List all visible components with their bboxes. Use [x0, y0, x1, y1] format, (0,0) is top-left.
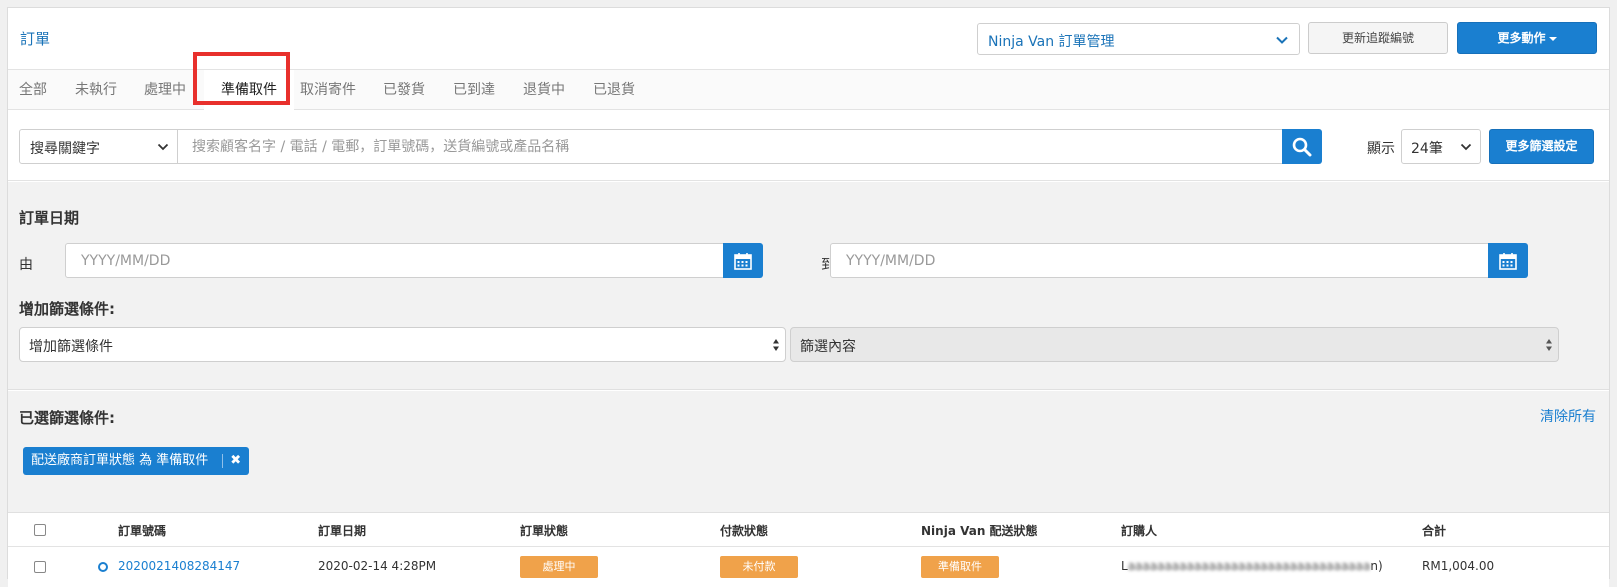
- tab-pending[interactable]: 未執行: [75, 70, 117, 110]
- customer-suffix: n): [1370, 559, 1383, 573]
- filter-panel: 訂單日期 由 到 增加篩選條件: 增加篩選條件 篩選內容: [8, 182, 1609, 390]
- selected-filters-title: 已選篩選條件:: [19, 409, 115, 427]
- date-from-input[interactable]: [65, 243, 724, 278]
- date-from-calendar-button[interactable]: [723, 243, 763, 278]
- customer-name: Laaaaaaaaaaaaaaaaaaaaaaaaaaaaaaaaan): [1121, 559, 1383, 573]
- per-page-value: 24筆: [1411, 141, 1443, 157]
- select-all-checkbox[interactable]: [34, 524, 46, 536]
- chevron-down-icon: [1460, 143, 1472, 151]
- order-status-badge: 處理中: [520, 556, 598, 578]
- more-actions-label: 更多動作: [1497, 31, 1546, 45]
- tab-returning[interactable]: 退貨中: [523, 70, 565, 110]
- from-label: 由: [19, 257, 33, 273]
- management-select[interactable]: Ninja Van 訂單管理: [977, 23, 1300, 55]
- date-to-calendar-button[interactable]: [1488, 243, 1528, 278]
- tab-arrived[interactable]: 已到達: [453, 70, 495, 110]
- delivery-status-badge: 準備取件: [921, 556, 999, 578]
- col-order-date[interactable]: 訂單日期: [318, 522, 366, 539]
- tab-shipped[interactable]: 已發貨: [383, 70, 425, 110]
- more-actions-button[interactable]: 更多動作: [1457, 22, 1597, 54]
- tab-cancelled-shipping[interactable]: 取消寄件: [300, 70, 356, 110]
- order-total: RM1,004.00: [1422, 559, 1495, 573]
- customer-redacted: aaaaaaaaaaaaaaaaaaaaaaaaaaaaaaaaa: [1127, 559, 1371, 573]
- date-to-input[interactable]: [830, 243, 1489, 278]
- updown-arrows-icon: [773, 339, 779, 351]
- add-condition-title: 增加篩選條件:: [19, 300, 115, 318]
- col-customer[interactable]: 訂購人: [1121, 522, 1157, 539]
- payment-status-badge: 未付款: [720, 556, 798, 578]
- order-date: 2020-02-14 4:28PM: [318, 559, 437, 573]
- orders-table-header: 訂單號碼 訂單日期 訂單狀態 付款狀態 Ninja Van 配送狀態 訂購人 合…: [8, 513, 1609, 547]
- table-row[interactable]: 2020021408284147 2020-02-14 4:28PM 處理中 未…: [8, 547, 1609, 587]
- order-number-link[interactable]: 2020021408284147: [118, 559, 240, 573]
- add-condition-select[interactable]: 增加篩選條件: [19, 327, 786, 362]
- per-page-select[interactable]: 24筆: [1401, 129, 1481, 164]
- tag-divider: [222, 454, 224, 468]
- add-condition-value: 增加篩選條件: [29, 339, 113, 355]
- keyword-type-value: 搜尋關鍵字: [30, 141, 100, 157]
- search-button[interactable]: [1282, 129, 1322, 164]
- show-label: 顯示: [1367, 141, 1395, 157]
- col-order-no[interactable]: 訂單號碼: [118, 522, 166, 539]
- search-input[interactable]: [178, 129, 1283, 164]
- management-select-value: Ninja Van 訂單管理: [988, 34, 1115, 50]
- tab-processing[interactable]: 處理中: [144, 70, 186, 110]
- tab-returned[interactable]: 已退貨: [593, 70, 635, 110]
- calendar-icon: [1499, 253, 1517, 270]
- search-row: 搜尋關鍵字 顯示 24筆 更多篩選設定: [8, 111, 1609, 181]
- circle-icon: [98, 562, 108, 572]
- filter-content-value: 篩選內容: [800, 339, 856, 355]
- col-delivery-status[interactable]: Ninja Van 配送狀態: [921, 522, 1038, 539]
- filter-tag: 配送廠商訂單狀態 為 準備取件 ✖: [23, 447, 250, 475]
- clear-all-link[interactable]: 清除所有: [1540, 406, 1596, 426]
- highlight-annotation: [193, 52, 290, 105]
- filter-content-select[interactable]: 篩選內容: [790, 327, 1559, 362]
- remove-tag-icon[interactable]: ✖: [230, 447, 241, 475]
- selected-filters-panel: 已選篩選條件: 清除所有 配送廠商訂單狀態 為 準備取件 ✖: [8, 391, 1609, 513]
- customer-initial: L: [1121, 559, 1128, 573]
- refresh-tracking-button[interactable]: 更新追蹤編號: [1308, 22, 1448, 54]
- page-title: 訂單: [20, 30, 51, 48]
- col-total[interactable]: 合計: [1422, 522, 1446, 539]
- calendar-icon: [734, 253, 752, 270]
- updown-arrows-icon: [1546, 339, 1552, 351]
- filter-tag-label: 配送廠商訂單狀態 為 準備取件: [31, 453, 209, 468]
- col-payment-status[interactable]: 付款狀態: [720, 522, 768, 539]
- chevron-down-icon: [157, 143, 169, 151]
- caret-down-icon: [1548, 36, 1557, 41]
- col-order-status[interactable]: 訂單狀態: [520, 522, 568, 539]
- order-date-title: 訂單日期: [19, 209, 80, 227]
- row-checkbox[interactable]: [34, 561, 46, 573]
- keyword-type-select[interactable]: 搜尋關鍵字: [19, 129, 178, 164]
- chevron-down-icon: [1276, 36, 1288, 44]
- search-icon: [1292, 137, 1312, 157]
- more-filters-button[interactable]: 更多篩選設定: [1489, 129, 1594, 164]
- tab-all[interactable]: 全部: [19, 70, 47, 110]
